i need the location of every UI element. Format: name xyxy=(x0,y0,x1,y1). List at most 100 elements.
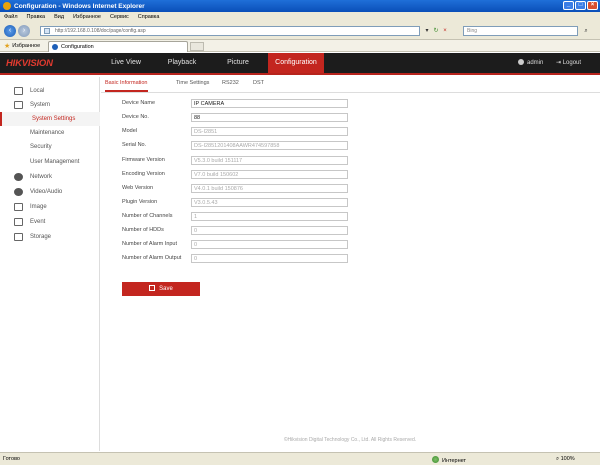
number-of-channels-input xyxy=(191,212,348,221)
menu-favorites[interactable]: Избранное xyxy=(73,14,101,20)
globe-icon xyxy=(14,173,23,181)
logout-button[interactable]: ⇥ Logout xyxy=(556,53,581,73)
sidebar-item-image[interactable]: Image xyxy=(0,200,100,214)
tab-basic-information[interactable]: Basic Information xyxy=(105,80,148,92)
app-header: HIKVISION Live View Playback Picture Con… xyxy=(0,53,600,75)
number-of-alarm-input-input xyxy=(191,240,348,249)
sidebar-item-video-audio[interactable]: Video/Audio xyxy=(0,185,100,199)
stop-icon[interactable]: × xyxy=(441,27,449,35)
field-firmware-version: Firmware Version xyxy=(122,156,572,166)
sidebar-item-security[interactable]: Security xyxy=(0,140,100,154)
sidebar-item-maintenance[interactable]: Maintenance xyxy=(0,126,100,140)
logout-icon: ⇥ xyxy=(556,60,563,66)
favorites-star-icon[interactable]: ★ xyxy=(4,42,10,50)
search-icon[interactable]: ⌕ xyxy=(582,27,590,35)
device-name-input[interactable] xyxy=(191,99,348,108)
firmware-version-input xyxy=(191,156,348,165)
sidebar-item-system[interactable]: System xyxy=(0,98,100,112)
nav-configuration[interactable]: Configuration xyxy=(268,53,324,73)
status-text: Готово xyxy=(3,456,20,462)
copyright-footer: ©Hikvision Digital Technology Co., Ltd. … xyxy=(283,437,417,443)
menu-edit[interactable]: Правка xyxy=(27,14,46,20)
logout-label: Logout xyxy=(562,60,582,66)
field-serial-no: Serial No. xyxy=(122,141,572,151)
forward-button[interactable]: › xyxy=(18,25,30,37)
sidebar-item-network[interactable]: Network xyxy=(0,170,100,184)
status-bar: Готово Интернет ⌕ 100% xyxy=(0,452,600,465)
favorites-label[interactable]: Избранное xyxy=(12,43,40,49)
monitor-icon xyxy=(14,87,23,95)
menu-file[interactable]: Файл xyxy=(4,14,18,20)
tab-time-settings[interactable]: Time Settings xyxy=(176,80,209,86)
refresh-icon[interactable]: ↻ xyxy=(432,27,440,35)
video-audio-icon xyxy=(14,188,23,196)
field-web-version: Web Version xyxy=(122,184,572,194)
user-icon xyxy=(518,59,524,65)
serial-no-input xyxy=(191,141,348,150)
subtab-bar: Basic Information Time Settings RS232 DS… xyxy=(101,77,600,93)
tab-rs232[interactable]: RS232 xyxy=(222,80,239,86)
field-number-of-hdds: Number of HDDs xyxy=(122,226,572,236)
menu-view[interactable]: Вид xyxy=(54,14,64,20)
field-encoding-version: Encoding Version xyxy=(122,170,572,180)
image-icon xyxy=(14,203,23,211)
number-of-alarm-output-input xyxy=(191,254,348,263)
nav-live-view[interactable]: Live View xyxy=(100,53,152,73)
field-device-no: Device No. xyxy=(122,113,572,123)
sidebar: Local System System Settings Maintenance… xyxy=(0,77,100,451)
search-input[interactable]: Bing xyxy=(463,26,578,36)
main-content: Basic Information Time Settings RS232 DS… xyxy=(101,77,600,451)
zoom-level[interactable]: ⌕ 100% xyxy=(556,456,575,463)
nav-picture[interactable]: Picture xyxy=(212,53,264,73)
plugin-version-input xyxy=(191,198,348,207)
address-input[interactable]: http://192.168.0.108/doc/page/config.asp xyxy=(40,26,420,36)
encoding-version-input xyxy=(191,170,348,179)
window-titlebar: Configuration - Windows Internet Explore… xyxy=(0,0,600,12)
user-account[interactable]: admin xyxy=(518,53,543,73)
menu-tools[interactable]: Сервис xyxy=(110,14,129,20)
model-input xyxy=(191,127,348,136)
field-model: Model xyxy=(122,127,572,137)
nav-playback[interactable]: Playback xyxy=(156,53,208,73)
save-icon xyxy=(149,285,156,291)
maximize-button[interactable]: □ xyxy=(575,1,586,10)
tab-title: Configuration xyxy=(61,44,94,50)
browser-tab[interactable]: Configuration xyxy=(48,41,188,52)
storage-icon xyxy=(14,233,23,241)
new-tab-button[interactable] xyxy=(190,42,204,51)
device-no-input[interactable] xyxy=(191,113,348,122)
field-plugin-version: Plugin Version xyxy=(122,198,572,208)
number-of-hdds-input xyxy=(191,226,348,235)
search-placeholder: Bing xyxy=(467,28,478,34)
sidebar-item-system-settings[interactable]: System Settings xyxy=(0,112,100,126)
field-number-of-alarm-input: Number of Alarm Input xyxy=(122,240,572,250)
username: admin xyxy=(527,60,544,66)
close-window-button[interactable]: × xyxy=(587,1,598,10)
ie-logo-icon xyxy=(3,2,11,10)
internet-zone-icon xyxy=(432,456,439,463)
window-controls: _ □ × xyxy=(563,1,598,10)
save-label: Save xyxy=(159,286,173,292)
menu-bar: Файл Правка Вид Избранное Сервис Справка xyxy=(0,12,600,22)
tab-page-icon xyxy=(52,44,58,50)
menu-help[interactable]: Справка xyxy=(138,14,160,20)
save-button[interactable]: Save xyxy=(122,282,200,296)
favorites-bar: ★ Избранное Configuration xyxy=(0,40,600,52)
page-icon xyxy=(44,28,50,34)
minimize-button[interactable]: _ xyxy=(563,1,574,10)
address-dropdown-icon[interactable]: ▾ xyxy=(423,27,431,35)
address-url: http://192.168.0.108/doc/page/config.asp xyxy=(55,28,146,34)
field-number-of-channels: Number of Channels xyxy=(122,212,572,222)
window-title: Configuration - Windows Internet Explore… xyxy=(14,2,145,10)
sidebar-item-local[interactable]: Local xyxy=(0,84,100,98)
back-button[interactable]: ‹ xyxy=(4,25,16,37)
field-device-name: Device Name xyxy=(122,99,572,109)
web-version-input xyxy=(191,184,348,193)
sidebar-item-event[interactable]: Event xyxy=(0,215,100,229)
address-toolbar: ‹ › http://192.168.0.108/doc/page/config… xyxy=(0,22,600,40)
system-icon xyxy=(14,101,23,109)
sidebar-item-user-management[interactable]: User Management xyxy=(0,155,100,169)
sidebar-item-storage[interactable]: Storage xyxy=(0,230,100,244)
security-zone[interactable]: Интернет xyxy=(432,456,466,464)
tab-dst[interactable]: DST xyxy=(253,80,264,86)
